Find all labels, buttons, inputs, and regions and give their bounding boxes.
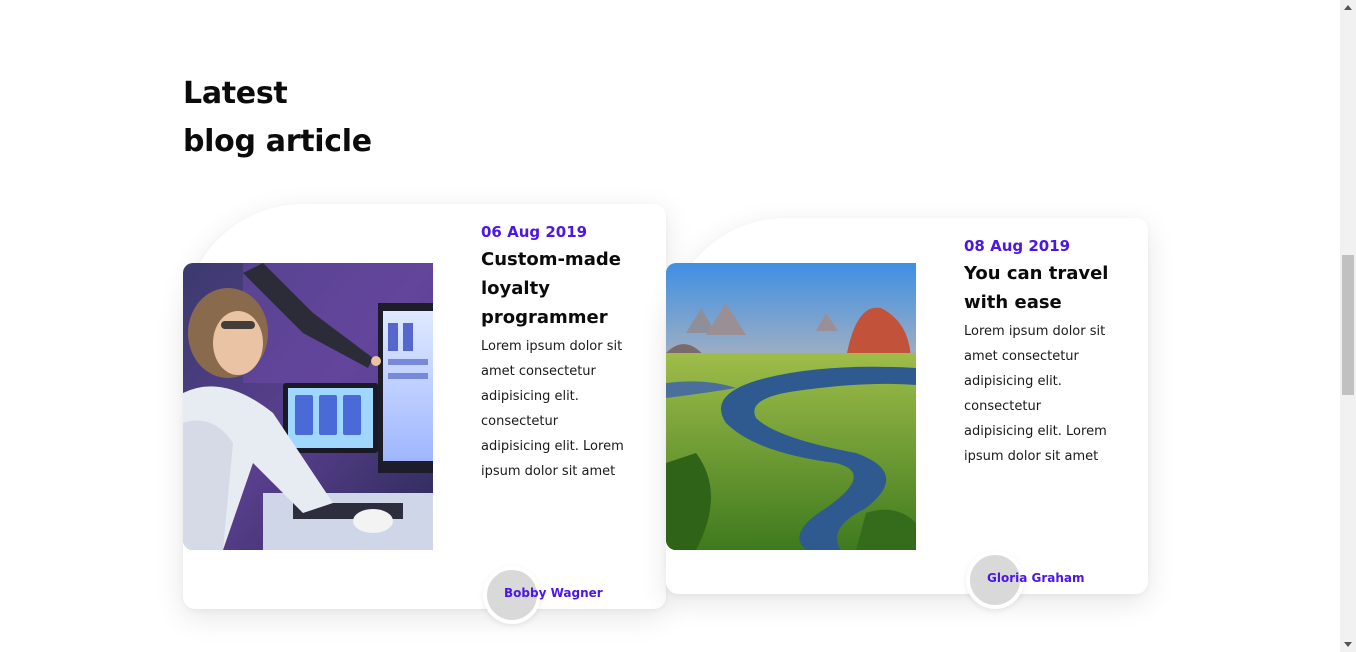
vertical-scrollbar[interactable] <box>1340 0 1356 652</box>
blog-section: Latest blog article 06 Aug 2019 Custom-m… <box>0 0 1340 652</box>
article-excerpt: Lorem ipsum dolor sit amet consectetur a… <box>481 339 624 479</box>
article-date: 08 Aug 2019 <box>964 237 1071 255</box>
article-excerpt: Lorem ipsum dolor sit amet consectetur a… <box>964 324 1107 464</box>
blog-card[interactable]: 06 Aug 2019 Custom-made loyalty programm… <box>183 204 666 624</box>
author-name[interactable]: Gloria Graham <box>987 571 1085 585</box>
author[interactable]: Gloria Graham <box>966 551 1085 609</box>
author[interactable]: Bobby Wagner <box>483 566 603 624</box>
section-title-line2: blog article <box>183 124 372 159</box>
article-date: 06 Aug 2019 <box>481 223 588 241</box>
scrollbar-thumb[interactable] <box>1342 255 1354 395</box>
section-title-line1: Latest <box>183 76 288 111</box>
river-landscape-photo[interactable] <box>666 263 916 550</box>
article-title[interactable]: Custom-made loyalty programmer <box>481 245 631 332</box>
woman-at-computer-photo[interactable] <box>183 263 433 550</box>
card-content: 08 Aug 2019 You can travel with ease Lor… <box>964 235 1114 469</box>
article-title[interactable]: You can travel with ease <box>964 259 1114 317</box>
card-content: 06 Aug 2019 Custom-made loyalty programm… <box>481 221 631 484</box>
section-title: Latest blog article <box>183 70 372 166</box>
scroll-up-arrow-icon[interactable] <box>1344 5 1352 10</box>
scroll-down-arrow-icon[interactable] <box>1344 642 1352 647</box>
blog-card[interactable]: 08 Aug 2019 You can travel with ease Lor… <box>666 218 1148 609</box>
author-name[interactable]: Bobby Wagner <box>504 586 603 600</box>
